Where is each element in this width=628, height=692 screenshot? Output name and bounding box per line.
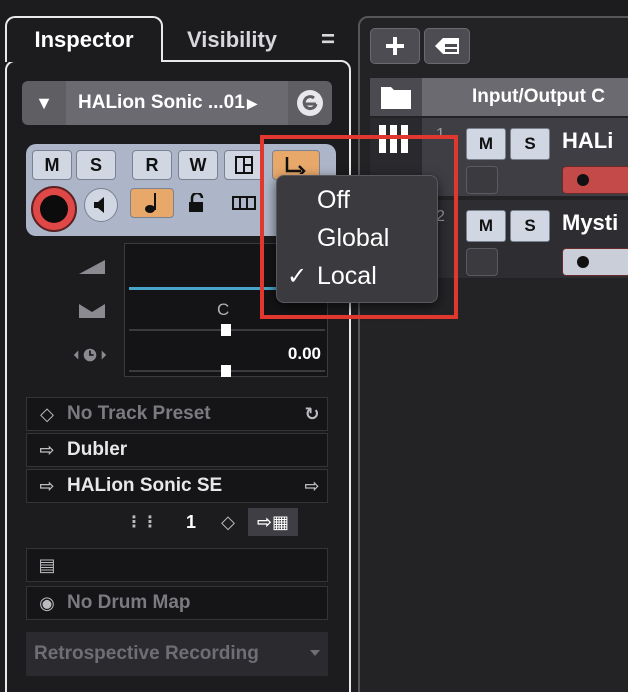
output-label: HALion Sonic SE bbox=[67, 475, 223, 496]
collapse-triangle-icon[interactable]: ▼ bbox=[22, 81, 66, 125]
menu-item-global[interactable]: Global bbox=[277, 220, 439, 256]
output-routing-row[interactable]: ⇨ HALion Sonic SE ⇨ bbox=[26, 469, 328, 503]
time-base-button[interactable] bbox=[130, 188, 174, 218]
tab-visibility[interactable]: Visibility bbox=[172, 16, 292, 64]
record-dot-icon bbox=[40, 195, 68, 223]
retrospective-label: Retrospective Recording bbox=[34, 643, 259, 664]
record-dot-icon bbox=[577, 256, 589, 268]
record-dot-icon bbox=[577, 174, 589, 186]
speaker-icon bbox=[94, 197, 104, 213]
edit-instrument-icon[interactable] bbox=[288, 81, 332, 125]
drum-map-icon: ◉ bbox=[39, 592, 55, 613]
mute-button[interactable]: M bbox=[32, 150, 72, 180]
notepad-row[interactable]: ▤ bbox=[26, 548, 328, 582]
program-diamond-icon[interactable]: ◇ bbox=[208, 512, 248, 533]
retrospective-recording-section[interactable]: Retrospective Recording bbox=[26, 632, 328, 676]
track-number: 1 bbox=[436, 126, 445, 143]
track-name[interactable]: Mysti bbox=[562, 210, 618, 236]
track-preset-label: No Track Preset bbox=[67, 403, 211, 424]
chevron-down-icon bbox=[310, 650, 320, 656]
lanes-icon bbox=[232, 196, 256, 210]
channel-number[interactable]: 1 bbox=[152, 512, 208, 533]
drum-map-label: No Drum Map bbox=[67, 592, 191, 613]
volume-ramp-icon bbox=[74, 252, 110, 282]
track-solo-button[interactable]: S bbox=[510, 210, 550, 242]
routing-arrow-icon bbox=[285, 157, 306, 174]
track-preset-row[interactable]: ◇ No Track Preset ↻ bbox=[26, 397, 328, 431]
io-header-label: Input/Output C bbox=[422, 78, 628, 116]
add-track-button[interactable] bbox=[370, 28, 420, 64]
channel-row: ⋮⋮ 1 ◇ ⇨▦ bbox=[126, 507, 328, 537]
monitor-button[interactable] bbox=[84, 188, 118, 222]
record-enable-button[interactable] bbox=[31, 186, 77, 232]
lane-button[interactable] bbox=[224, 188, 264, 218]
track-preset-header: ▼ HALion Sonic ...01 ▶ bbox=[22, 81, 332, 125]
routing-section: ◇ No Track Preset ↻ ⇨ Dubler ⇨ HALion So… bbox=[26, 397, 328, 539]
unlock-icon bbox=[189, 193, 204, 212]
track-record-button[interactable] bbox=[562, 248, 628, 276]
notepad-icon: ▤ bbox=[38, 554, 56, 575]
volume-value[interactable]: 0.00 bbox=[288, 344, 321, 364]
midi-thru-popup-menu: Off Global ✓ Local bbox=[276, 175, 438, 303]
drum-map-row[interactable]: ◉ No Drum Map bbox=[26, 586, 328, 620]
solo-button[interactable]: S bbox=[76, 150, 116, 180]
channel-settings-icon bbox=[235, 156, 253, 174]
lock-button[interactable] bbox=[178, 188, 218, 218]
menu-item-local[interactable]: ✓ Local bbox=[277, 258, 439, 294]
menu-item-off[interactable]: Off bbox=[277, 182, 439, 218]
instrument-name[interactable]: HALion Sonic ...01 ▶ bbox=[66, 81, 288, 125]
track-list-header: Input/Output C bbox=[370, 78, 628, 116]
plus-icon bbox=[386, 37, 404, 55]
output-config-icon[interactable]: ⇨ bbox=[297, 476, 327, 497]
input-routing-row[interactable]: ⇨ Dubler bbox=[26, 433, 328, 467]
delay-clock-icon bbox=[72, 340, 108, 370]
tab-inspector[interactable]: Inspector bbox=[5, 16, 163, 62]
play-triangle-icon: ▶ bbox=[246, 94, 258, 111]
grid-icon: ⋮⋮ bbox=[126, 514, 158, 531]
drum-map-section: ▤ ◉ No Drum Map bbox=[26, 548, 328, 624]
pan-label: C bbox=[217, 300, 230, 319]
track-checkbox[interactable] bbox=[466, 166, 498, 194]
read-automation-button[interactable]: R bbox=[132, 150, 172, 180]
checkmark-icon: ✓ bbox=[287, 262, 308, 290]
edit-channel-button[interactable] bbox=[224, 150, 264, 180]
track-mute-button[interactable]: M bbox=[466, 128, 506, 160]
preset-tag-icon bbox=[435, 38, 459, 54]
keyboard-icon bbox=[379, 125, 408, 153]
preset-diamond-icon: ◇ bbox=[40, 403, 54, 424]
pan-slider-handle[interactable] bbox=[221, 324, 231, 336]
track-solo-button[interactable]: S bbox=[510, 128, 550, 160]
volume-slider-handle[interactable] bbox=[221, 365, 231, 377]
folder-icon[interactable] bbox=[370, 78, 422, 116]
track-presets-button[interactable] bbox=[424, 28, 470, 64]
output-arrow-icon: ⇨ bbox=[39, 475, 55, 496]
track-record-button[interactable] bbox=[562, 166, 628, 194]
instrument-keyboard-icon[interactable]: ⇨▦ bbox=[248, 508, 298, 536]
write-automation-button[interactable]: W bbox=[178, 150, 218, 180]
menu-item-local-label: Local bbox=[317, 261, 377, 290]
track-checkbox[interactable] bbox=[466, 248, 498, 276]
input-arrow-icon: ⇨ bbox=[39, 439, 55, 460]
pan-icon bbox=[74, 296, 110, 326]
track-name[interactable]: HALi bbox=[562, 128, 613, 154]
track-mute-button[interactable]: M bbox=[466, 210, 506, 242]
instrument-name-label: HALion Sonic ...01 bbox=[78, 92, 245, 113]
note-icon bbox=[145, 193, 156, 213]
refresh-icon[interactable]: ↻ bbox=[297, 404, 327, 425]
inspector-menu-button[interactable]: = bbox=[310, 16, 346, 64]
input-label: Dubler bbox=[67, 439, 128, 460]
